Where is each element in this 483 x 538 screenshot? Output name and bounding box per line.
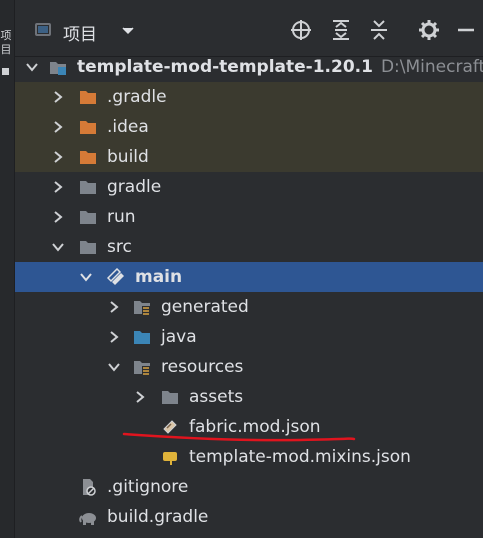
tree-row-label: java bbox=[161, 327, 197, 347]
tree-row-dot-gradle[interactable]: .gradle bbox=[15, 82, 483, 112]
tree-row-label: fabric.mod.json bbox=[189, 417, 321, 437]
tree-row-label: template-mod-template-1.20.1 D:\Minecraft… bbox=[77, 52, 483, 82]
tree-row-build[interactable]: build bbox=[15, 142, 483, 172]
resources-folder-icon bbox=[134, 361, 150, 375]
chevron-right-icon[interactable] bbox=[51, 210, 65, 224]
tree-row-label: run bbox=[107, 207, 136, 227]
tree-row-gitignore[interactable]: .gitignore bbox=[15, 472, 483, 502]
chevron-right-icon[interactable] bbox=[51, 120, 65, 134]
tree-row-gradle[interactable]: gradle bbox=[15, 172, 483, 202]
tree-row-label: template-mod.mixins.json bbox=[189, 447, 411, 467]
tree-row-label: main bbox=[135, 267, 183, 287]
locate-icon[interactable] bbox=[289, 18, 313, 42]
tree-row-label: build bbox=[107, 147, 149, 167]
tree-row-label: assets bbox=[189, 387, 244, 407]
expand-all-icon[interactable] bbox=[329, 18, 353, 42]
tree-row-label: .gradle bbox=[107, 87, 167, 107]
collapse-all-icon[interactable] bbox=[367, 18, 391, 42]
minimize-icon[interactable] bbox=[453, 18, 477, 42]
tree-row-build-gradle[interactable]: build.gradle bbox=[15, 502, 483, 532]
source-folder-icon bbox=[134, 331, 150, 344]
chevron-down-icon[interactable] bbox=[25, 60, 39, 74]
tree-row-src[interactable]: src bbox=[15, 232, 483, 262]
tree-row-label: generated bbox=[161, 297, 249, 317]
chevron-right-icon[interactable] bbox=[107, 300, 121, 314]
excluded-folder-icon bbox=[80, 121, 96, 134]
fabric-file-icon bbox=[163, 420, 177, 434]
strip-char: 目 bbox=[0, 43, 12, 56]
strip-char: 项 bbox=[0, 29, 12, 42]
excluded-folder-icon bbox=[80, 91, 96, 104]
tree-row-fabric-mod-json[interactable]: fabric.mod.json bbox=[15, 412, 483, 442]
chevron-down-icon[interactable] bbox=[79, 270, 93, 284]
folder-icon bbox=[80, 211, 96, 224]
tree-row-assets[interactable]: assets bbox=[15, 382, 483, 412]
module-folder-icon bbox=[50, 62, 66, 75]
square-icon bbox=[2, 68, 9, 75]
chevron-right-icon[interactable] bbox=[51, 150, 65, 164]
resources-folder-icon bbox=[134, 301, 150, 315]
tree-row-label: src bbox=[107, 237, 132, 257]
chevron-down-icon[interactable] bbox=[107, 360, 121, 374]
chevron-right-icon[interactable] bbox=[51, 90, 65, 104]
chevron-down-icon[interactable] bbox=[51, 240, 65, 254]
folder-icon bbox=[162, 391, 178, 404]
tree-row-label: resources bbox=[161, 357, 244, 377]
project-view-title[interactable]: 项目 bbox=[63, 20, 97, 45]
gitignore-file-icon bbox=[83, 479, 96, 496]
gear-icon[interactable] bbox=[417, 18, 441, 42]
folder-icon bbox=[80, 181, 96, 194]
tree-row-label: gradle bbox=[107, 177, 162, 197]
tree-row-generated[interactable]: generated bbox=[15, 292, 483, 322]
project-panel-icon bbox=[35, 23, 51, 36]
left-tool-strip[interactable]: 项 目 bbox=[0, 0, 15, 538]
tree-row-main[interactable]: main bbox=[15, 262, 483, 292]
chevron-right-icon[interactable] bbox=[107, 330, 121, 344]
source-set-icon bbox=[107, 268, 124, 285]
excluded-folder-icon bbox=[80, 151, 96, 164]
chevron-right-icon[interactable] bbox=[51, 180, 65, 194]
project-tree: template-mod-template-1.20.1 D:\Minecraft… bbox=[15, 52, 483, 532]
project-toolbar: 项目 bbox=[15, 0, 483, 57]
folder-icon bbox=[80, 241, 96, 254]
json-file-icon bbox=[163, 452, 177, 465]
tree-row-label: build.gradle bbox=[107, 507, 209, 527]
tree-row-label: .idea bbox=[107, 117, 149, 137]
tree-row-mixins-json[interactable]: template-mod.mixins.json bbox=[15, 442, 483, 472]
tree-row-java[interactable]: java bbox=[15, 322, 483, 352]
tree-row-label: .gitignore bbox=[107, 477, 189, 497]
chevron-down-icon[interactable] bbox=[121, 26, 135, 36]
gradle-elephant-icon bbox=[79, 513, 96, 525]
tree-row-run[interactable]: run bbox=[15, 202, 483, 232]
project-path: D:\Minecraft\ bbox=[380, 57, 483, 77]
tree-row-idea[interactable]: .idea bbox=[15, 112, 483, 142]
tree-row-resources[interactable]: resources bbox=[15, 352, 483, 382]
chevron-right-icon[interactable] bbox=[133, 390, 147, 404]
tree-row-root[interactable]: template-mod-template-1.20.1 D:\Minecraft… bbox=[15, 52, 483, 82]
